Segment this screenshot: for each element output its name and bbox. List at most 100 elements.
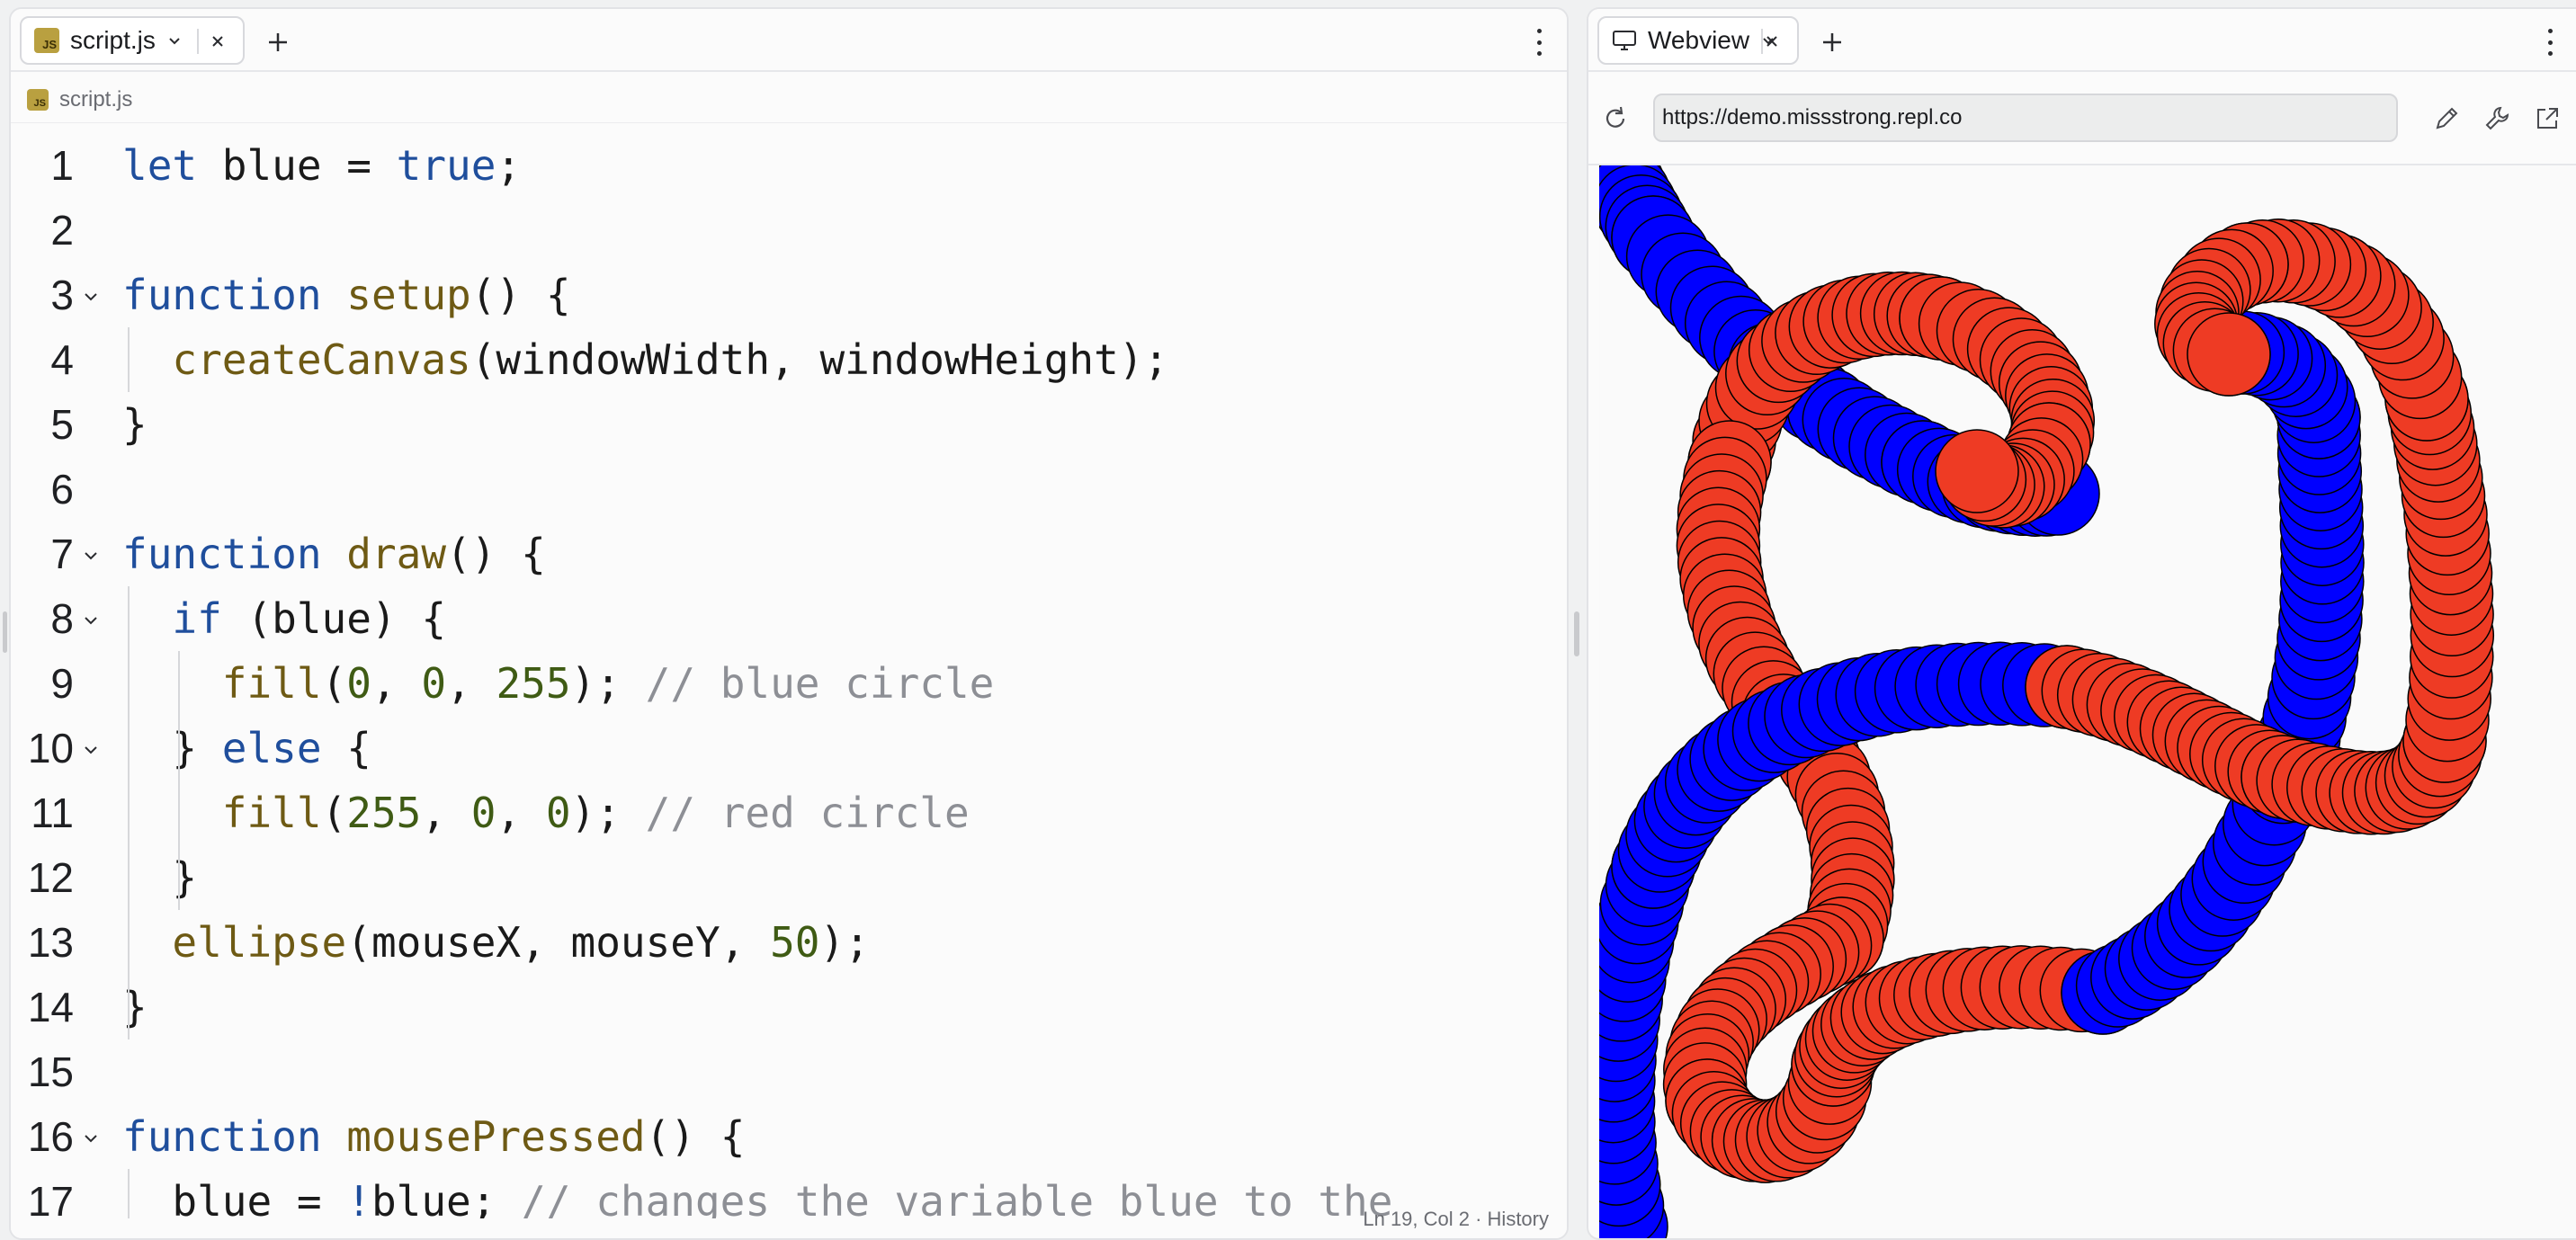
code-token: , bbox=[446, 659, 496, 708]
edit-icon[interactable] bbox=[2432, 104, 2461, 133]
line-content: function setup() { bbox=[122, 263, 571, 327]
code-token: () { bbox=[470, 271, 571, 319]
indent-guide bbox=[128, 586, 130, 1039]
code-token: blue = bbox=[197, 141, 397, 190]
line-content: fill(255, 0, 0); // red circle bbox=[122, 781, 970, 845]
reload-icon[interactable] bbox=[1601, 104, 1630, 133]
code-token: , bbox=[421, 789, 471, 837]
tab-divider bbox=[197, 29, 199, 54]
line-content: function mousePressed() { bbox=[122, 1104, 745, 1169]
open-new-window-icon[interactable] bbox=[2533, 104, 2562, 133]
indent-guide bbox=[178, 651, 180, 781]
code-token: } bbox=[122, 853, 198, 902]
tab-script-js[interactable]: JS script.js bbox=[20, 16, 245, 65]
code-token: createCanvas bbox=[172, 335, 471, 384]
line-content: fill(0, 0, 255); // blue circle bbox=[122, 651, 995, 716]
code-token: } bbox=[122, 400, 148, 449]
divider bbox=[11, 122, 1567, 123]
line-number: 4 bbox=[50, 336, 74, 383]
code-token: function bbox=[122, 271, 322, 319]
url-toolbar bbox=[1588, 72, 2576, 165]
add-tab-icon[interactable] bbox=[1819, 29, 1846, 56]
line-number: 3 bbox=[50, 272, 74, 318]
line-content: createCanvas(windowWidth, windowHeight); bbox=[122, 327, 1168, 392]
fold-chevron-icon[interactable] bbox=[81, 1128, 101, 1148]
code-token: 0 bbox=[545, 789, 571, 837]
code-token: true bbox=[396, 141, 496, 190]
tab-webview[interactable]: Webview bbox=[1597, 16, 1799, 65]
code-token: ); bbox=[570, 659, 646, 708]
devtools-icon[interactable] bbox=[2482, 104, 2511, 133]
code-token: 0 bbox=[346, 659, 371, 708]
line-number: 14 bbox=[27, 984, 74, 1030]
resize-handle-left[interactable] bbox=[3, 611, 7, 653]
fold-chevron-icon[interactable] bbox=[81, 546, 101, 566]
close-icon[interactable] bbox=[205, 29, 230, 54]
fold-chevron-icon[interactable] bbox=[81, 611, 101, 630]
line-number: 10 bbox=[27, 725, 74, 772]
tab-label: Webview bbox=[1648, 26, 1750, 54]
js-file-icon: JS bbox=[27, 89, 49, 111]
code-token: (windowWidth, windowHeight); bbox=[470, 335, 1169, 384]
code-token: 50 bbox=[770, 918, 820, 967]
code-token: ); bbox=[570, 789, 646, 837]
canvas-drawing bbox=[1599, 165, 2495, 1238]
code-token: { bbox=[321, 724, 371, 772]
add-tab-icon[interactable] bbox=[264, 29, 291, 56]
red-circle bbox=[2187, 312, 2271, 397]
more-options-icon[interactable] bbox=[2545, 29, 2554, 56]
line-number: 12 bbox=[27, 854, 74, 901]
line-content: let blue = true; bbox=[122, 133, 521, 198]
url-input[interactable] bbox=[1662, 105, 2396, 130]
code-token: ; bbox=[496, 141, 522, 190]
line-number: 7 bbox=[50, 531, 74, 577]
line-number: 13 bbox=[27, 919, 74, 966]
code-token: 0 bbox=[470, 789, 496, 837]
code-token: ( bbox=[321, 789, 347, 837]
code-token: () { bbox=[645, 1112, 746, 1161]
code-token: // blue circle bbox=[645, 659, 995, 708]
code-token: () { bbox=[446, 530, 546, 578]
code-token: 255 bbox=[496, 659, 571, 708]
indent-guide bbox=[128, 327, 130, 392]
line-number: 2 bbox=[50, 207, 74, 254]
red-circle bbox=[1935, 429, 2019, 513]
code-token: ); bbox=[819, 918, 870, 967]
line-number: 11 bbox=[31, 789, 74, 836]
breadcrumb[interactable]: JS script.js bbox=[27, 86, 132, 113]
editor-pane: JS script.js JS script.js 1 let blue = tr… bbox=[9, 7, 1569, 1240]
webview-pane: Webview bbox=[1587, 7, 2576, 1240]
line-content: } bbox=[122, 845, 197, 910]
more-options-icon[interactable] bbox=[1534, 29, 1543, 56]
code-token: fill bbox=[221, 789, 322, 837]
indent-guide bbox=[178, 781, 180, 910]
code-token: function bbox=[122, 530, 322, 578]
tab-label: script.js bbox=[70, 26, 156, 54]
line-number: 16 bbox=[27, 1113, 74, 1160]
p5-canvas[interactable] bbox=[1599, 165, 2576, 1238]
line-number: 1 bbox=[50, 142, 74, 189]
code-token: // red circle bbox=[645, 789, 970, 837]
chevron-down-icon[interactable] bbox=[166, 32, 183, 49]
code-token: (blue) { bbox=[221, 594, 447, 643]
code-token: mousePressed bbox=[346, 1112, 646, 1161]
fold-chevron-icon[interactable] bbox=[81, 287, 101, 307]
code-token: else bbox=[221, 724, 322, 772]
code-token: , bbox=[371, 659, 422, 708]
line-content: } bbox=[122, 392, 148, 457]
pane-resize-handle[interactable] bbox=[1574, 611, 1579, 656]
code-token: 255 bbox=[346, 789, 422, 837]
editor-tabbar: JS script.js bbox=[11, 9, 1567, 72]
code-token: 0 bbox=[421, 659, 447, 708]
code-token: } bbox=[122, 983, 148, 1031]
fold-chevron-icon[interactable] bbox=[81, 740, 101, 760]
cursor-position[interactable]: Ln 19, Col 2 · History bbox=[1363, 1208, 1549, 1231]
line-number: 15 bbox=[27, 1048, 74, 1095]
close-icon[interactable] bbox=[1759, 29, 1784, 54]
url-bar[interactable] bbox=[1653, 94, 2398, 142]
code-token: draw bbox=[346, 530, 447, 578]
